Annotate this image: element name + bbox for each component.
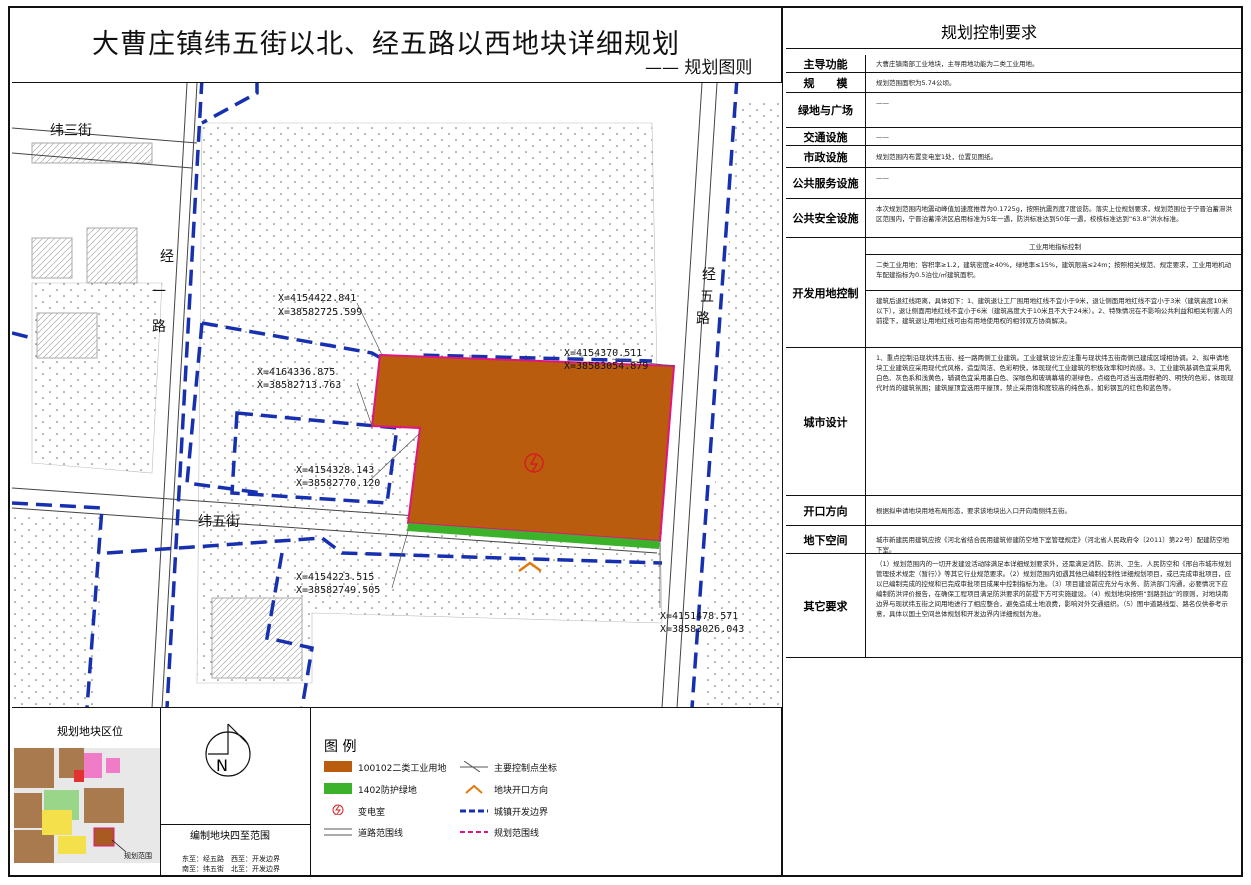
requirement-text: 二类工业用地：容积率≥1.2，建筑密度≥40%，绿地率≤15%，建筑限高≤24m… — [876, 261, 1232, 279]
requirement-label: 公共服务设施 — [786, 168, 866, 198]
legend-label-plan: 规划范围线 — [494, 829, 540, 839]
coord-label-3-x: X=4154370.511 — [564, 348, 642, 359]
requirement-row: 交通设施 —— — [786, 128, 1241, 146]
map-canvas: 纬三街 纬五街 经一路 经五路 X=4154422.841 X=38582725… — [12, 83, 782, 708]
requirement-row: 主导功能 大曹庄镇南部工业地块，主导用地功能为二类工业用地。 — [786, 55, 1241, 73]
requirement-text: —— — [876, 99, 889, 107]
requirement-label: 规 模 — [786, 73, 866, 92]
road-line-icon — [324, 828, 352, 836]
industrial-parcel[interactable] — [370, 353, 676, 543]
requirement-row: 绿地与广场 —— — [786, 93, 1241, 128]
coord-label-6-x: X=4151478.571 — [660, 611, 738, 622]
road-label-weisan: 纬三街 — [50, 123, 92, 139]
requirement-label: 绿地与广场 — [786, 93, 866, 127]
requirement-text: 根据拟申请地块用地布局形态，要求该地块出入口开向南侧纬五街。 — [876, 507, 1071, 515]
north-arrow-icon — [205, 723, 251, 777]
coord-label-3-y: X=38583054.879 — [564, 361, 648, 372]
requirement-row: 市政设施 规划范围内布置变电室1处，位置见图纸。 — [786, 146, 1241, 168]
legend-label-boundary: 城镇开发边界 — [494, 808, 549, 818]
planning-map[interactable]: 纬三街 纬五街 经一路 经五路 X=4154422.841 X=38582725… — [12, 82, 782, 708]
legend-swatch-industrial — [324, 761, 352, 772]
location-title: 规划地块区位 — [57, 725, 123, 738]
opening-direction-icon — [465, 784, 483, 794]
plan-line-icon — [460, 831, 488, 833]
requirement-row: 地下空间 城市新建民用建筑应按《河北省结合民用建筑修建防空地下室管理规定》（河北省… — [786, 526, 1241, 554]
requirement-label: 城市设计 — [786, 348, 866, 495]
page-subtitle: —— 规划图则 — [645, 58, 753, 78]
legend-label-control-point: 主要控制点坐标 — [494, 764, 558, 774]
requirement-text: 本次规划范围内地震动峰值加速度推荐为0.1725g，按照抗震烈度7度设防。落实上… — [876, 205, 1233, 223]
map-footer: 规划地块区位 规划范围 N 编制地块四至范围 东至：经五路 西至：开发边界 南至… — [12, 707, 782, 876]
requirement-text: 规划范围内布置变电室1处，位置见图纸。 — [876, 153, 998, 161]
page-title: 大曹庄镇纬五街以北、经五路以西地块详细规划 — [92, 29, 680, 60]
requirement-text: —— — [876, 133, 889, 141]
coord-label-1-y: X=38582725.599 — [278, 307, 362, 318]
scope-line-2: 南至：纬五街 北至：开发边界 — [182, 865, 280, 873]
location-panel: 规划地块区位 规划范围 — [12, 708, 161, 876]
requirement-label: 市政设施 — [786, 146, 866, 167]
compass-panel: N 编制地块四至范围 东至：经五路 西至：开发边界 南至：纬五街 北至：开发边界 — [160, 708, 311, 876]
requirement-text: 大曹庄镇南部工业地块，主导用地功能为二类工业用地。 — [876, 60, 1039, 68]
requirement-subheader: 工业用地指标控制 — [1029, 243, 1081, 251]
requirement-row: 其它要求 （1）规划范围内的一切开发建设活动除满足本详细规划要求外，还需满足消防、… — [786, 554, 1241, 658]
requirement-label: 主导功能 — [786, 55, 866, 72]
requirement-label: 地下空间 — [786, 526, 866, 553]
boundary-line-icon — [460, 809, 488, 813]
requirement-label: 公共安全设施 — [786, 199, 866, 237]
coord-label-1-x: X=4154422.841 — [278, 293, 356, 304]
requirement-label: 交通设施 — [786, 128, 866, 145]
coord-label-4-x: X=4154328.143 — [296, 465, 374, 476]
requirement-label: 其它要求 — [786, 554, 866, 657]
coord-label-6-y: X=38583026.043 — [660, 624, 744, 635]
legend-label-road: 道路范围线 — [358, 829, 404, 839]
requirement-text-extra: 建筑后退红线距离，具体如下：1、建筑退让工厂围用地红线不宜小于9米，退让侧面用地… — [876, 297, 1233, 325]
requirement-text: 规划范围面积为5.74公顷。 — [876, 79, 956, 87]
legend-label-green: 1402防护绿地 — [358, 786, 417, 796]
legend-title: 图 例 — [324, 739, 357, 755]
legend-swatch-green — [324, 783, 352, 794]
legend-panel: 图 例 100102二类工业用地 主要控制点坐标 1402防护绿地 地块开口方向… — [310, 708, 782, 876]
requirement-row: 开发用地控制 工业用地指标控制二类工业用地：容积率≥1.2，建筑密度≥40%，绿地… — [786, 238, 1241, 348]
road-label-weiwu: 纬五街 — [198, 514, 240, 530]
requirement-row: 城市设计 1、重点控制沿现状纬五街、经一路两侧工业建筑。工业建筑设计应注重与现状纬… — [786, 348, 1241, 496]
coord-label-2-x: X=4164336.875 — [257, 367, 335, 378]
legend-label-substation: 变电室 — [358, 808, 386, 818]
location-minimap — [14, 748, 160, 863]
control-point-icon — [460, 761, 488, 772]
legend-label-industrial: 100102二类工业用地 — [358, 764, 447, 774]
coord-label-5-y: X=38582749.505 — [296, 585, 380, 596]
requirement-text: （1）规划范围内的一切开发建设活动除满足本详细规划要求外，还需满足消防、防洪、卫… — [876, 560, 1232, 618]
scope-title: 编制地块四至范围 — [190, 831, 270, 842]
coord-label-4-y: X=38582770.120 — [296, 478, 380, 489]
requirement-row: 规 模 规划范围面积为5.74公顷。 — [786, 73, 1241, 93]
substation-legend-icon — [332, 804, 344, 815]
requirement-text: 城市新建民用建筑应按《河北省结合民用建筑修建防空地下室管理规定》（河北省人民政府… — [876, 536, 1230, 554]
requirement-row: 公共服务设施 —— — [786, 168, 1241, 199]
coord-label-2-y: X=38582713.763 — [257, 380, 341, 391]
coord-label-5-x: X=4154223.515 — [296, 572, 374, 583]
requirement-text: 1、重点控制沿现状纬五街、经一路两侧工业建筑。工业建筑设计应注重与现状纬五街南侧… — [876, 354, 1234, 392]
north-label: N — [216, 756, 228, 775]
requirement-label: 开口方向 — [786, 496, 866, 525]
requirement-row: 公共安全设施 本次规划范围内地震动峰值加速度推荐为0.1725g，按照抗震烈度7度… — [786, 199, 1241, 238]
requirement-label: 开发用地控制 — [786, 238, 866, 347]
requirement-row: 开口方向 根据拟申请地块用地布局形态，要求该地块出入口开向南侧纬五街。 — [786, 496, 1241, 526]
legend-label-opening: 地块开口方向 — [494, 786, 549, 796]
location-range-label: 规划范围 — [124, 852, 152, 860]
requirement-text: —— — [876, 174, 889, 182]
scope-line-1: 东至：经五路 西至：开发边界 — [182, 855, 280, 863]
